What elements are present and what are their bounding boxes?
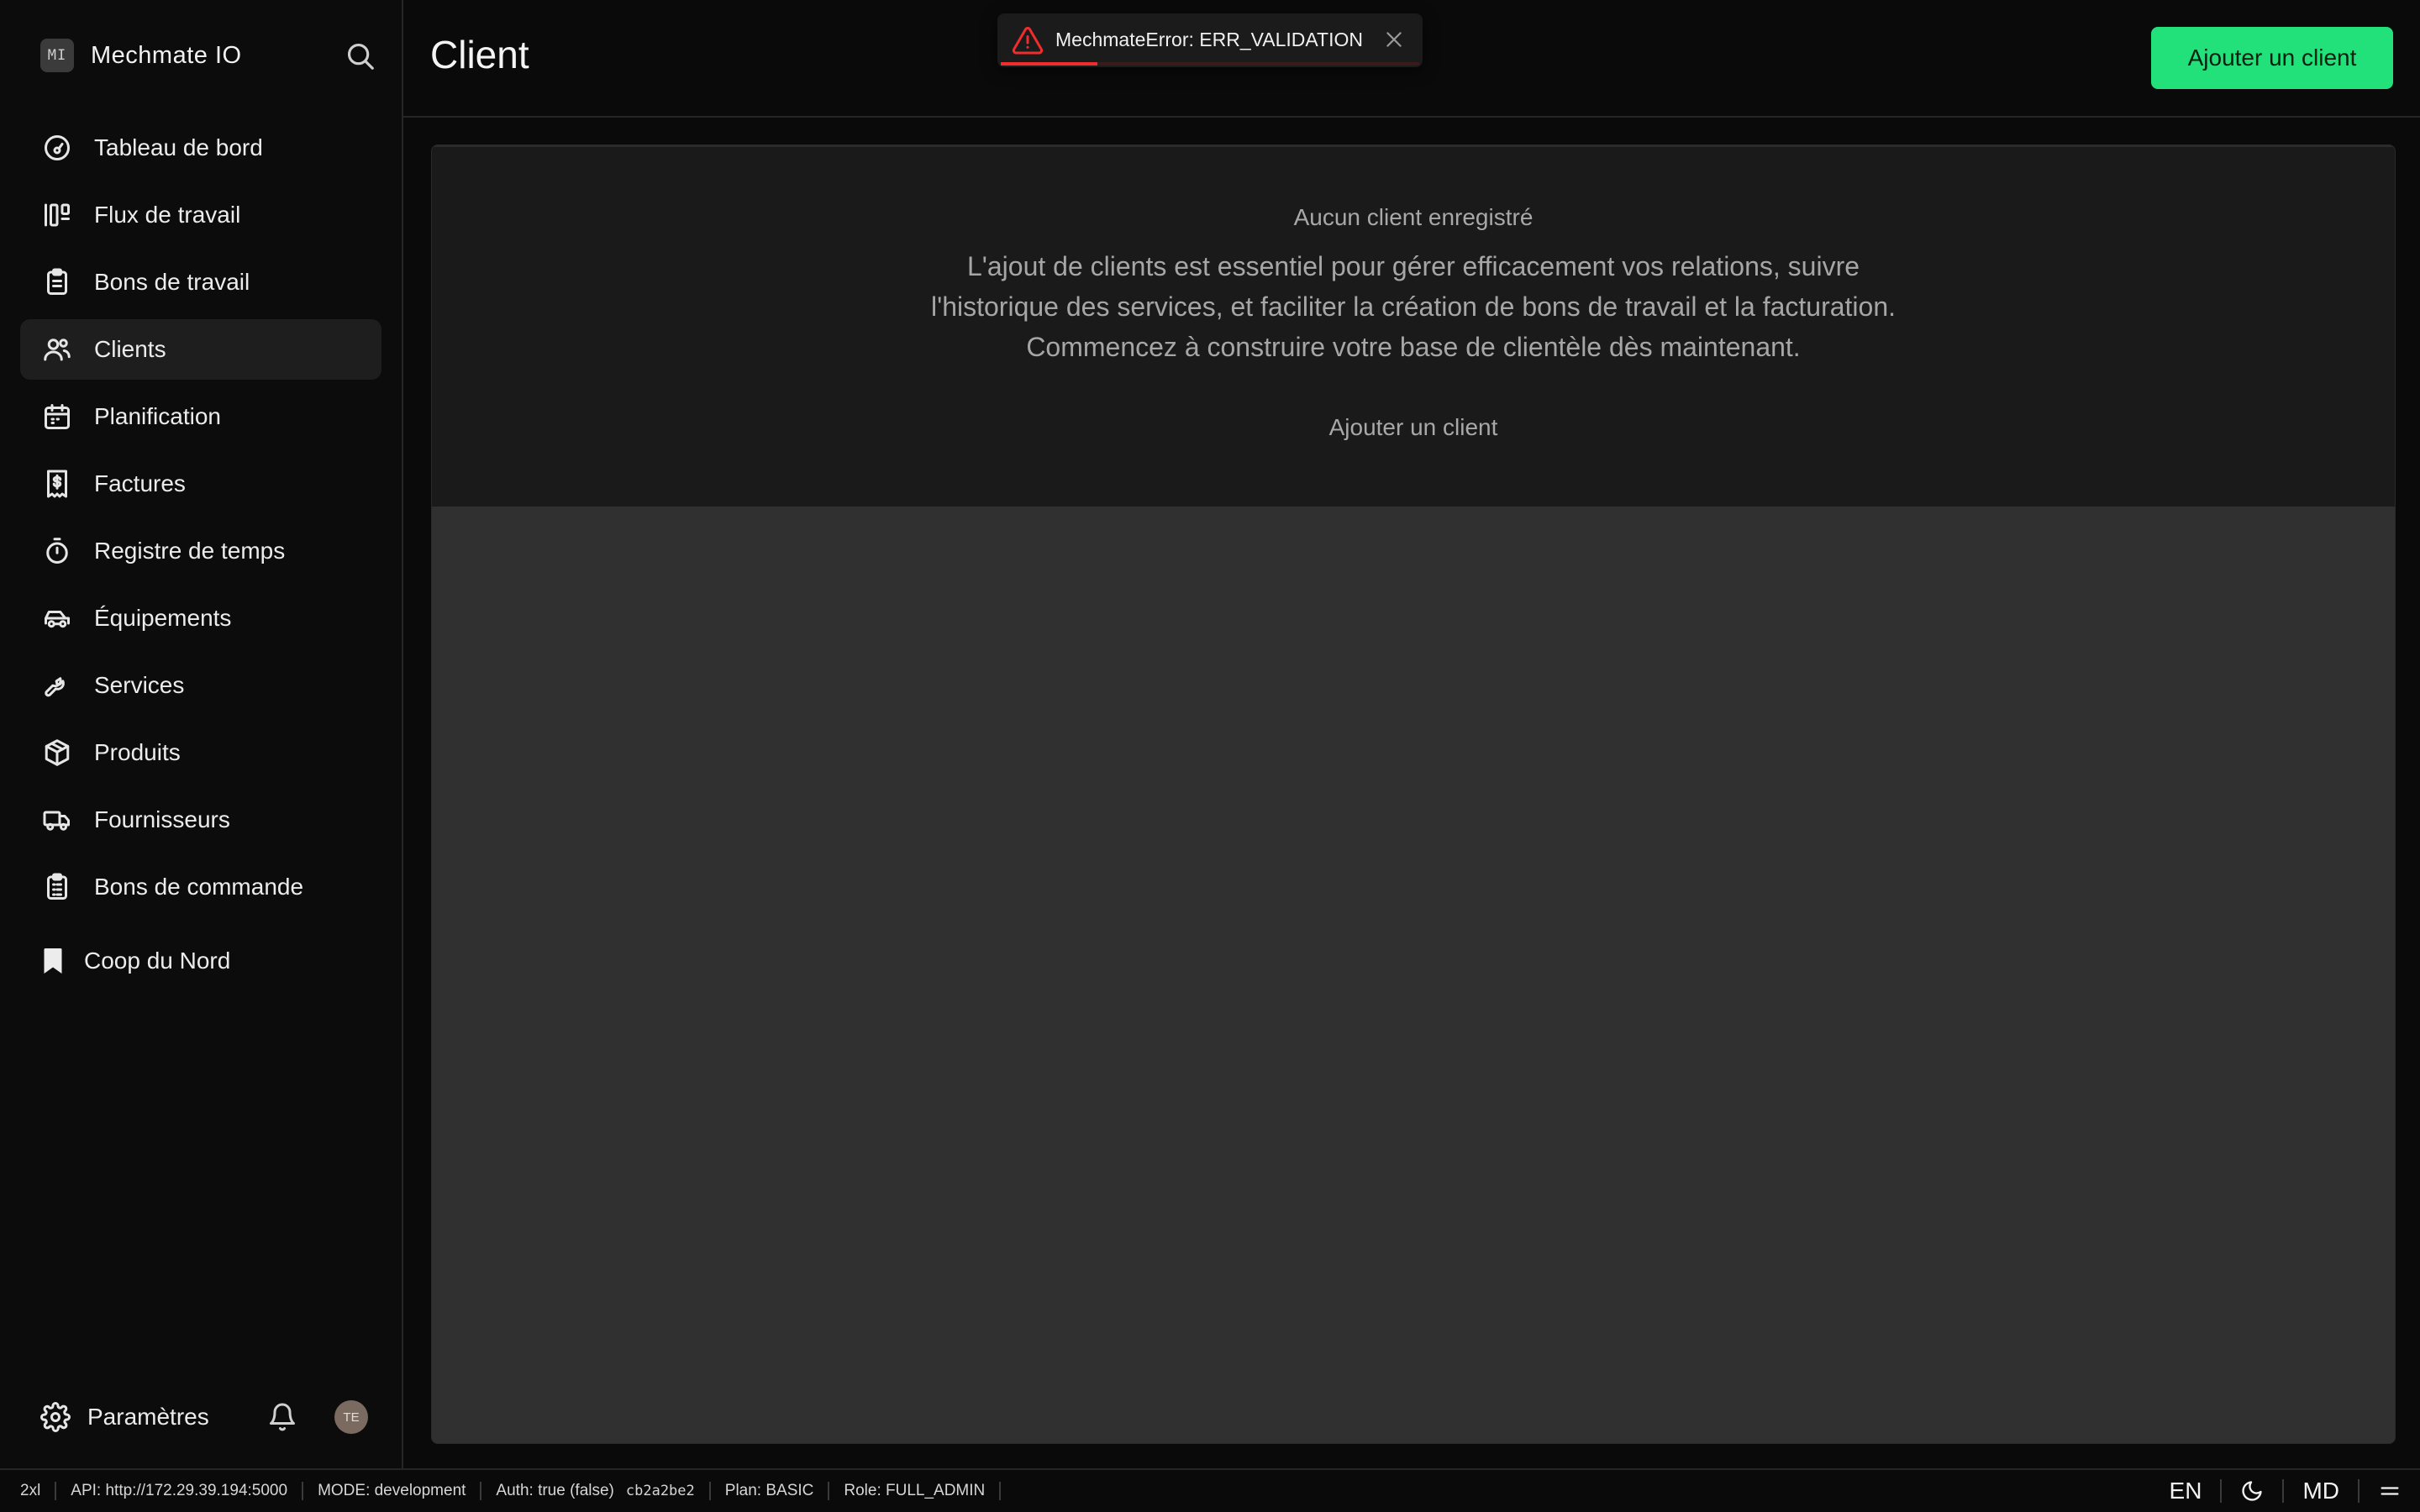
sidebar-item-label: Équipements: [94, 605, 232, 631]
sidebar-item-purchase-orders[interactable]: Bons de commande: [20, 857, 381, 917]
toast-timer-track: [1001, 62, 1419, 66]
size-toggle[interactable]: MD: [2282, 1478, 2358, 1504]
toast-timer-progress: [1001, 62, 1097, 66]
bell-icon[interactable]: [267, 1402, 297, 1432]
sidebar-item-suppliers[interactable]: Fournisseurs: [20, 790, 381, 850]
sidebar-item-label: Bons de commande: [94, 874, 304, 900]
car-icon: [42, 603, 72, 633]
settings-label: Paramètres: [87, 1404, 209, 1430]
sidebar-item-label: Flux de travail: [94, 202, 241, 228]
sidebar-item-label: Factures: [94, 470, 186, 496]
calendar-icon: [42, 402, 72, 432]
sidebar-item-label: Services: [94, 672, 185, 698]
truck-icon: [42, 805, 72, 835]
organization-name: Coop du Nord: [84, 948, 231, 974]
role-indicator: Role: FULL_ADMIN: [829, 1482, 1002, 1500]
users-icon: [42, 334, 72, 365]
menu-icon[interactable]: [2358, 1479, 2420, 1503]
sidebar-item-products[interactable]: Produits: [20, 722, 381, 783]
settings-link[interactable]: Paramètres: [40, 1402, 209, 1432]
workflow-kanban-icon: [42, 200, 72, 230]
sidebar-item-services[interactable]: Services: [20, 655, 381, 716]
brand-logo: MI: [40, 39, 74, 72]
sidebar-item-label: Tableau de bord: [94, 134, 263, 160]
empty-state-title: Aucun client enregistré: [1293, 204, 1534, 230]
sidebar-item-label: Bons de travail: [94, 269, 250, 295]
sidebar-item-label: Clients: [94, 336, 166, 362]
avatar[interactable]: TE: [334, 1400, 368, 1434]
clipboard-icon: [42, 267, 72, 297]
empty-state-add-client-link[interactable]: Ajouter un client: [432, 414, 2395, 441]
status-bar: 2xl API: http://172.29.39.194:5000 MODE:…: [0, 1468, 2420, 1512]
invoice-dollar-icon: [42, 469, 72, 499]
sidebar: MI Mechmate IO Tableau de bord Flux de t…: [0, 0, 403, 1468]
sidebar-item-invoices[interactable]: Factures: [20, 454, 381, 514]
language-toggle[interactable]: EN: [2151, 1478, 2221, 1504]
page-title: Client: [430, 33, 529, 76]
package-box-icon: [42, 738, 72, 768]
close-icon[interactable]: [1383, 29, 1405, 50]
sidebar-item-label: Produits: [94, 739, 181, 765]
toast-message: MechmateError: ERR_VALIDATION: [1055, 29, 1363, 50]
auth-text: Auth: true (false): [496, 1482, 614, 1499]
sidebar-footer: Paramètres TE: [40, 1397, 376, 1437]
error-toast: MechmateError: ERR_VALIDATION: [997, 13, 1423, 67]
dashboard-gauge-icon: [42, 133, 72, 163]
sidebar-item-planning[interactable]: Planification: [20, 386, 381, 447]
moon-icon[interactable]: [2220, 1479, 2282, 1503]
app-name: Mechmate IO: [91, 41, 242, 69]
status-bar-controls: EN MD: [2151, 1470, 2420, 1512]
mode-indicator: MODE: development: [303, 1482, 482, 1500]
gear-icon: [40, 1402, 71, 1432]
api-url: API: http://172.29.39.194:5000: [56, 1482, 304, 1500]
sidebar-item-label: Planification: [94, 403, 221, 429]
clipboard-list-icon: [42, 872, 72, 902]
warning-triangle-icon: [1011, 25, 1044, 55]
wrench-icon: [42, 670, 72, 701]
stopwatch-icon: [42, 536, 72, 566]
sidebar-item-clients[interactable]: Clients: [20, 319, 381, 380]
clients-table-container: Aucun client enregistré L'ajout de clien…: [431, 144, 2396, 1444]
breakpoint-indicator: 2xl: [0, 1482, 57, 1500]
sidebar-item-label: Fournisseurs: [94, 806, 230, 832]
sidebar-item-label: Registre de temps: [94, 538, 286, 564]
empty-state-description: L'ajout de clients est essentiel pour gé…: [930, 251, 1897, 362]
brand: MI Mechmate IO: [40, 37, 376, 74]
auth-indicator: Auth: true (false) cb2a2be2: [481, 1482, 711, 1500]
build-hash: cb2a2be2: [625, 1483, 695, 1499]
add-client-button[interactable]: Ajouter un client: [2151, 27, 2393, 89]
search-icon[interactable]: [345, 40, 376, 72]
sidebar-item-dashboard[interactable]: Tableau de bord: [20, 118, 381, 178]
sidebar-item-work-orders[interactable]: Bons de travail: [20, 252, 381, 312]
sidebar-item-equipment[interactable]: Équipements: [20, 588, 381, 648]
sidebar-nav: Tableau de bord Flux de travail Bons de …: [20, 118, 381, 924]
sidebar-item-workflow[interactable]: Flux de travail: [20, 185, 381, 245]
empty-state: Aucun client enregistré L'ajout de clien…: [432, 145, 2395, 507]
organization-switcher[interactable]: Coop du Nord: [40, 941, 230, 981]
sidebar-item-time-log[interactable]: Registre de temps: [20, 521, 381, 581]
bookmark-icon: [40, 946, 66, 976]
plan-indicator: Plan: BASIC: [711, 1482, 830, 1500]
